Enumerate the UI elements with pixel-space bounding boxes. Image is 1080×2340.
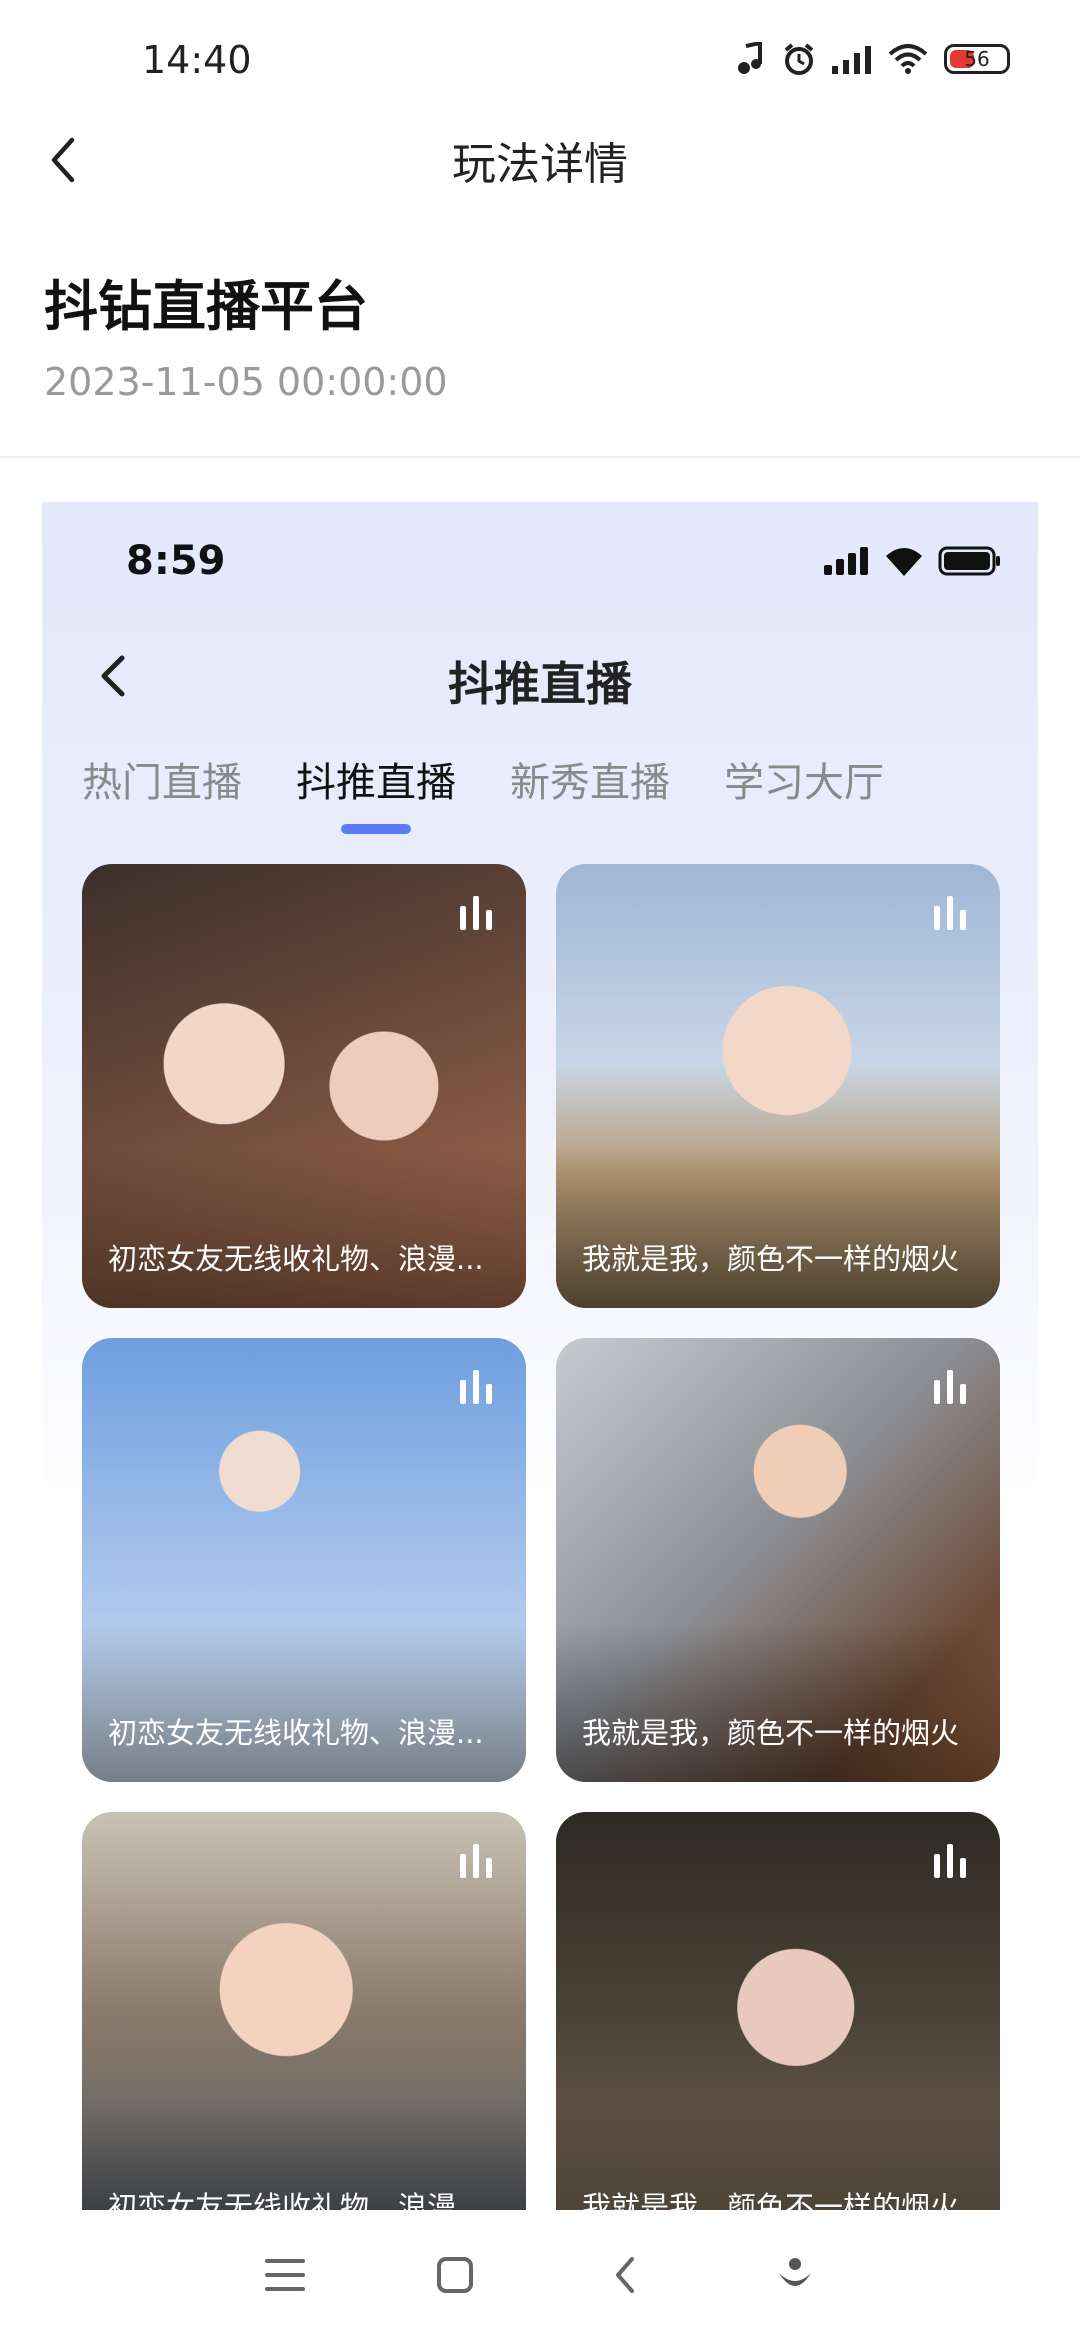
image-status-time: 8:59	[126, 538, 226, 584]
live-caption: 我就是我，颜色不一样的烟火	[582, 1242, 960, 1276]
article-date: 2023-11-05 00:00:00	[44, 360, 448, 404]
tab-study: 学习大厅	[724, 760, 884, 806]
live-card: 我就是我，颜色不一样的烟火	[556, 1338, 1000, 1782]
article-image: 8:59 抖推直播 热门直播 抖推直播 新秀直播 学习大厅 初恋女友无线收礼物、…	[42, 502, 1038, 2210]
live-bars-icon	[460, 1370, 492, 1404]
article-title: 抖钻直播平台	[44, 275, 368, 338]
signal-icon	[832, 46, 871, 74]
assistant-icon	[779, 2258, 811, 2286]
live-bars-icon	[934, 1844, 966, 1878]
page: 14:40 56 玩法详情 抖钻直播平台 2023-11-05 00:00:00…	[0, 0, 1080, 2340]
live-bars-icon	[934, 896, 966, 930]
live-caption: 初恋女友无线收礼物、浪漫...	[108, 2190, 484, 2210]
tab-hot: 热门直播	[82, 760, 242, 806]
status-bar: 14:40 56	[0, 0, 1080, 130]
battery-icon: 56	[944, 44, 1010, 74]
status-time: 14:40	[142, 38, 252, 82]
image-title: 抖推直播	[448, 657, 632, 711]
live-caption: 我就是我，颜色不一样的烟火	[582, 1716, 960, 1750]
live-card: 初恋女友无线收礼物、浪漫...	[82, 1338, 526, 1782]
tab-doutui: 抖推直播	[296, 750, 456, 834]
caption-shade	[556, 1622, 1000, 1782]
system-back-button[interactable]	[600, 2250, 650, 2300]
battery-level: 56	[964, 47, 990, 71]
caption-shade	[82, 1148, 526, 1308]
home-icon	[437, 2257, 473, 2293]
live-card: 我就是我，颜色不一样的烟火	[556, 864, 1000, 1308]
caption-shade	[556, 1148, 1000, 1308]
live-caption: 初恋女友无线收礼物、浪漫...	[108, 1716, 484, 1750]
live-card: 初恋女友无线收礼物、浪漫...	[82, 1812, 526, 2210]
divider	[0, 456, 1080, 458]
battery-icon	[938, 546, 1000, 576]
live-bars-icon	[460, 896, 492, 930]
back-icon	[616, 2257, 634, 2293]
home-button[interactable]	[430, 2250, 480, 2300]
live-card: 我就是我，颜色不一样的烟火	[556, 1812, 1000, 2210]
status-icons: 56	[736, 42, 1010, 76]
wifi-icon	[888, 44, 928, 74]
alarm-icon	[784, 43, 814, 75]
live-caption: 我就是我，颜色不一样的烟火	[582, 2190, 960, 2210]
wifi-icon	[886, 548, 922, 576]
image-status-icons	[824, 546, 1002, 576]
live-card: 初恋女友无线收礼物、浪漫...	[82, 864, 526, 1308]
live-bars-icon	[934, 1370, 966, 1404]
image-tabs: 热门直播 抖推直播 新秀直播 学习大厅	[82, 750, 884, 834]
tab-newcomer: 新秀直播	[510, 760, 670, 806]
live-grid: 初恋女友无线收礼物、浪漫... 我就是我，颜色不一样的烟火 初恋女友无线收礼物、…	[82, 864, 1000, 2210]
top-nav: 玩法详情	[0, 120, 1080, 200]
caption-shade	[82, 1622, 526, 1782]
system-nav-bar	[0, 2210, 1080, 2340]
signal-icon	[824, 547, 868, 575]
menu-button[interactable]	[260, 2250, 310, 2300]
assistant-button[interactable]	[770, 2250, 820, 2300]
live-bars-icon	[460, 1844, 492, 1878]
music-icon	[738, 42, 762, 74]
menu-icon	[265, 2259, 305, 2291]
page-title: 玩法详情	[452, 139, 628, 190]
live-caption: 初恋女友无线收礼物、浪漫...	[108, 1242, 484, 1276]
